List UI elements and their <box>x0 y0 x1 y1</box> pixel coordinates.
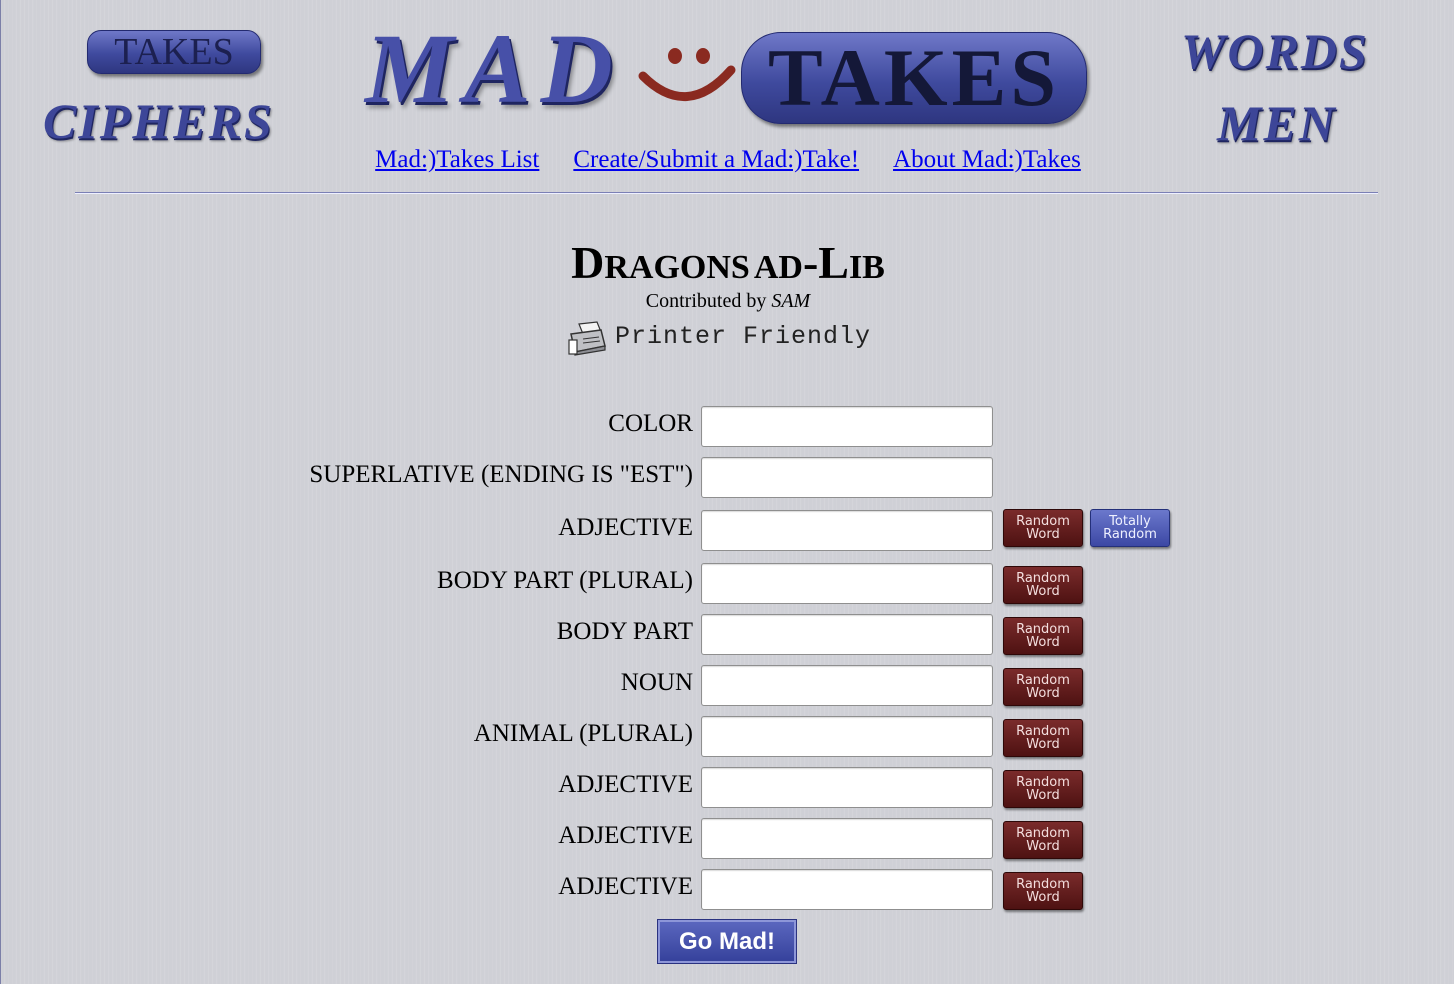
body-part-plural-input[interactable] <box>701 563 993 604</box>
men-logo[interactable]: MEN <box>1217 94 1337 152</box>
field-label-adjective: ADJECTIVE <box>558 514 693 541</box>
adjective-input[interactable] <box>701 767 993 808</box>
noun-input[interactable] <box>701 665 993 706</box>
ciphers-logo-text: CIPHERS <box>43 93 274 149</box>
adjective-input[interactable] <box>701 818 993 859</box>
go-mad-button[interactable]: Go Mad! <box>657 919 797 964</box>
random-word-button[interactable]: Random Word <box>1003 872 1083 910</box>
takes-logo-text: TAKES <box>768 32 1060 123</box>
field-label-body-part: BODY PART <box>556 618 693 645</box>
words-logo-text: WORDS <box>1181 23 1369 79</box>
smiley-icon <box>638 48 736 102</box>
top-nav: Mad:)Takes List Create/Submit a Mad:)Tak… <box>1 146 1454 174</box>
random-word-button[interactable]: Random Word <box>1003 719 1083 757</box>
field-label-animal-plural: ANIMAL (PLURAL) <box>473 720 693 747</box>
random-word-label-2: Word <box>1026 788 1060 803</box>
field-label-superlative: SUPERLATIVE (ENDING IS "EST") <box>309 461 693 488</box>
header-divider <box>75 192 1378 194</box>
color-input[interactable] <box>701 406 993 447</box>
adjective-input[interactable] <box>701 869 993 910</box>
mad-logo-text: MAD <box>365 13 623 124</box>
title-part: RAGONS <box>604 249 750 286</box>
random-word-button[interactable]: Random Word <box>1003 668 1083 706</box>
author-name: SAM <box>771 290 811 312</box>
printer-icon <box>568 321 606 356</box>
nav-link-about[interactable]: About Mad:)Takes <box>893 146 1081 173</box>
ciphers-logo[interactable]: CIPHERS <box>43 92 274 150</box>
random-word-label-2: Word <box>1026 584 1060 599</box>
madtakes-main-logo-mad[interactable]: MAD <box>365 14 623 124</box>
contributed-by: Contributed by SAM <box>1 290 1454 313</box>
men-logo-text: MEN <box>1217 95 1337 151</box>
nav-link-takes-list[interactable]: Mad:)Takes List <box>375 146 539 173</box>
random-word-button[interactable]: Random Word <box>1003 509 1083 547</box>
random-word-label-2: Word <box>1026 686 1060 701</box>
page-title: DRAGONS AD-LIB <box>1 236 1454 289</box>
printer-friendly-link[interactable]: Printer Friendly <box>567 320 887 356</box>
madtakes-main-logo-takes[interactable]: TAKES <box>741 32 1087 124</box>
random-word-label-2: Word <box>1026 839 1060 854</box>
field-label-adjective: ADJECTIVE <box>558 873 693 900</box>
nav-link-create-submit[interactable]: Create/Submit a Mad:)Take! <box>573 146 859 173</box>
printer-friendly-text: Printer Friendly <box>615 322 872 351</box>
totally-random-label-2: Random <box>1103 527 1157 542</box>
random-word-label-2: Word <box>1026 890 1060 905</box>
title-part: AD <box>753 249 803 286</box>
random-word-label-2: Word <box>1026 527 1060 542</box>
random-word-button[interactable]: Random Word <box>1003 770 1083 808</box>
field-label-adjective: ADJECTIVE <box>558 771 693 798</box>
title-part: IB <box>848 249 885 286</box>
body-part-input[interactable] <box>701 614 993 655</box>
words-logo[interactable]: WORDS <box>1181 22 1369 80</box>
takes-logo-small-text: TAKES <box>114 31 234 73</box>
field-label-noun: NOUN <box>620 669 693 696</box>
title-part: - <box>802 237 819 288</box>
takes-logo-small[interactable]: TAKES <box>87 30 261 74</box>
superlative-input[interactable] <box>701 457 993 498</box>
random-word-label-2: Word <box>1026 737 1060 752</box>
animal-plural-input[interactable] <box>701 716 993 757</box>
field-label-adjective: ADJECTIVE <box>558 822 693 849</box>
field-label-color: COLOR <box>608 410 693 437</box>
totally-random-button[interactable]: Totally Random <box>1090 509 1170 547</box>
title-part: D <box>571 237 605 288</box>
random-word-button[interactable]: Random Word <box>1003 617 1083 655</box>
random-word-label-2: Word <box>1026 635 1060 650</box>
random-word-button[interactable]: Random Word <box>1003 566 1083 604</box>
contributed-prefix: Contributed by <box>645 290 767 312</box>
field-label-body-part-plural: BODY PART (PLURAL) <box>437 567 693 594</box>
title-part: L <box>818 237 849 288</box>
adjective-input[interactable] <box>701 510 993 551</box>
random-word-button[interactable]: Random Word <box>1003 821 1083 859</box>
